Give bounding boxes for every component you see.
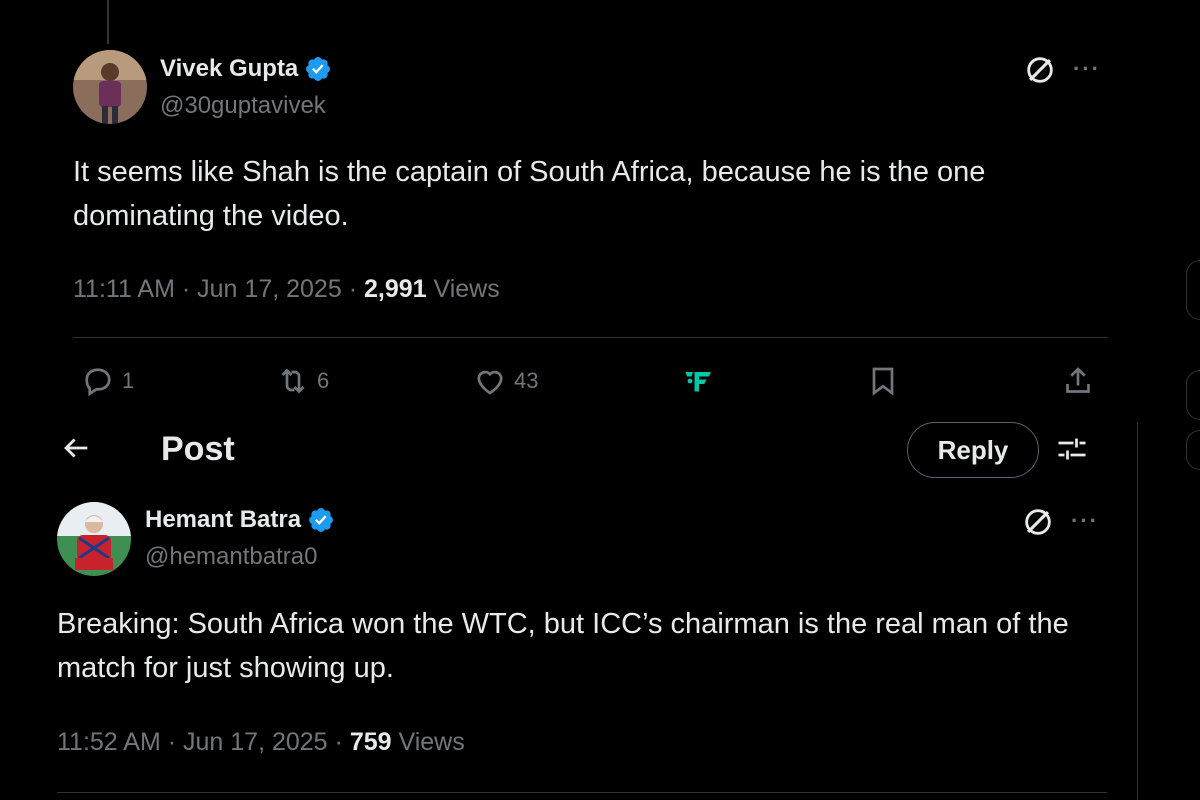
grok-analyze-action[interactable] [681,363,717,399]
author-name-row: Hemant Batra [145,506,335,534]
grok-icon[interactable] [1021,505,1055,539]
grok-icon[interactable] [1023,53,1057,87]
share-action[interactable] [1060,363,1096,399]
tweet-time[interactable]: 11:11 AM [73,275,175,303]
tweet-text: It seems like Shah is the captain of Sou… [73,156,986,232]
like-icon [477,370,503,395]
avatar[interactable] [73,50,147,124]
side-panel-fragment [1186,430,1200,470]
reply-count: 1 [122,368,135,393]
share-icon [1066,367,1090,393]
page-title: Post [161,430,235,468]
tweet-meta: 11:11 AM · Jun 17, 2025 · 2,991 Views [73,275,500,303]
sliders-icon[interactable] [1054,431,1090,467]
author-name[interactable]: Vivek Gupta [160,55,298,83]
tweet-time[interactable]: 11:52 AM [57,728,161,756]
tweet-panel-top: Vivek Gupta @30guptavivek ··· It seems l… [43,0,1138,422]
views-label: Views [433,275,500,303]
side-panel-fragment [1186,260,1200,320]
tweet-date[interactable]: Jun 17, 2025 [197,275,342,303]
bookmark-icon [872,367,894,396]
author-name-row: Vivek Gupta [160,55,332,83]
verified-badge-icon [306,57,331,81]
views-count: 2,991 [363,275,427,303]
more-icon[interactable]: ··· [1071,508,1099,534]
back-arrow-icon[interactable] [59,431,93,465]
author-handle[interactable]: @hemantbatra0 [145,543,317,571]
tweet-text: Breaking: South Africa won the WTC, but … [57,608,1069,684]
repost-count: 6 [317,368,330,393]
grok-analyze-icon [685,372,711,392]
reply-icon [85,368,111,397]
tweet-date[interactable]: Jun 17, 2025 [183,728,328,756]
divider [73,337,1108,338]
avatar[interactable] [57,502,131,576]
author-handle[interactable]: @30guptavivek [160,92,326,120]
like-action[interactable]: 43 [472,363,538,399]
tweet-meta: 11:52 AM · Jun 17, 2025 · 759 Views [57,728,465,756]
like-count: 43 [514,368,539,393]
more-icon[interactable]: ··· [1073,56,1101,82]
views-count: 759 [349,728,392,756]
verified-badge-icon [309,508,334,532]
reply-button[interactable]: Reply [907,422,1039,478]
divider [57,792,1107,793]
thread-line [107,0,109,44]
reply-action[interactable]: 1 [80,363,134,399]
repost-action[interactable]: 6 [275,363,329,399]
side-panel-fragment [1186,370,1200,420]
repost-icon [281,368,305,394]
bookmark-action[interactable] [865,363,901,399]
views-label: Views [398,728,465,756]
author-name[interactable]: Hemant Batra [145,506,301,534]
tweet-panel-bottom: Post Reply Hemant Batra @hemantbatra0 ··… [27,422,1137,800]
